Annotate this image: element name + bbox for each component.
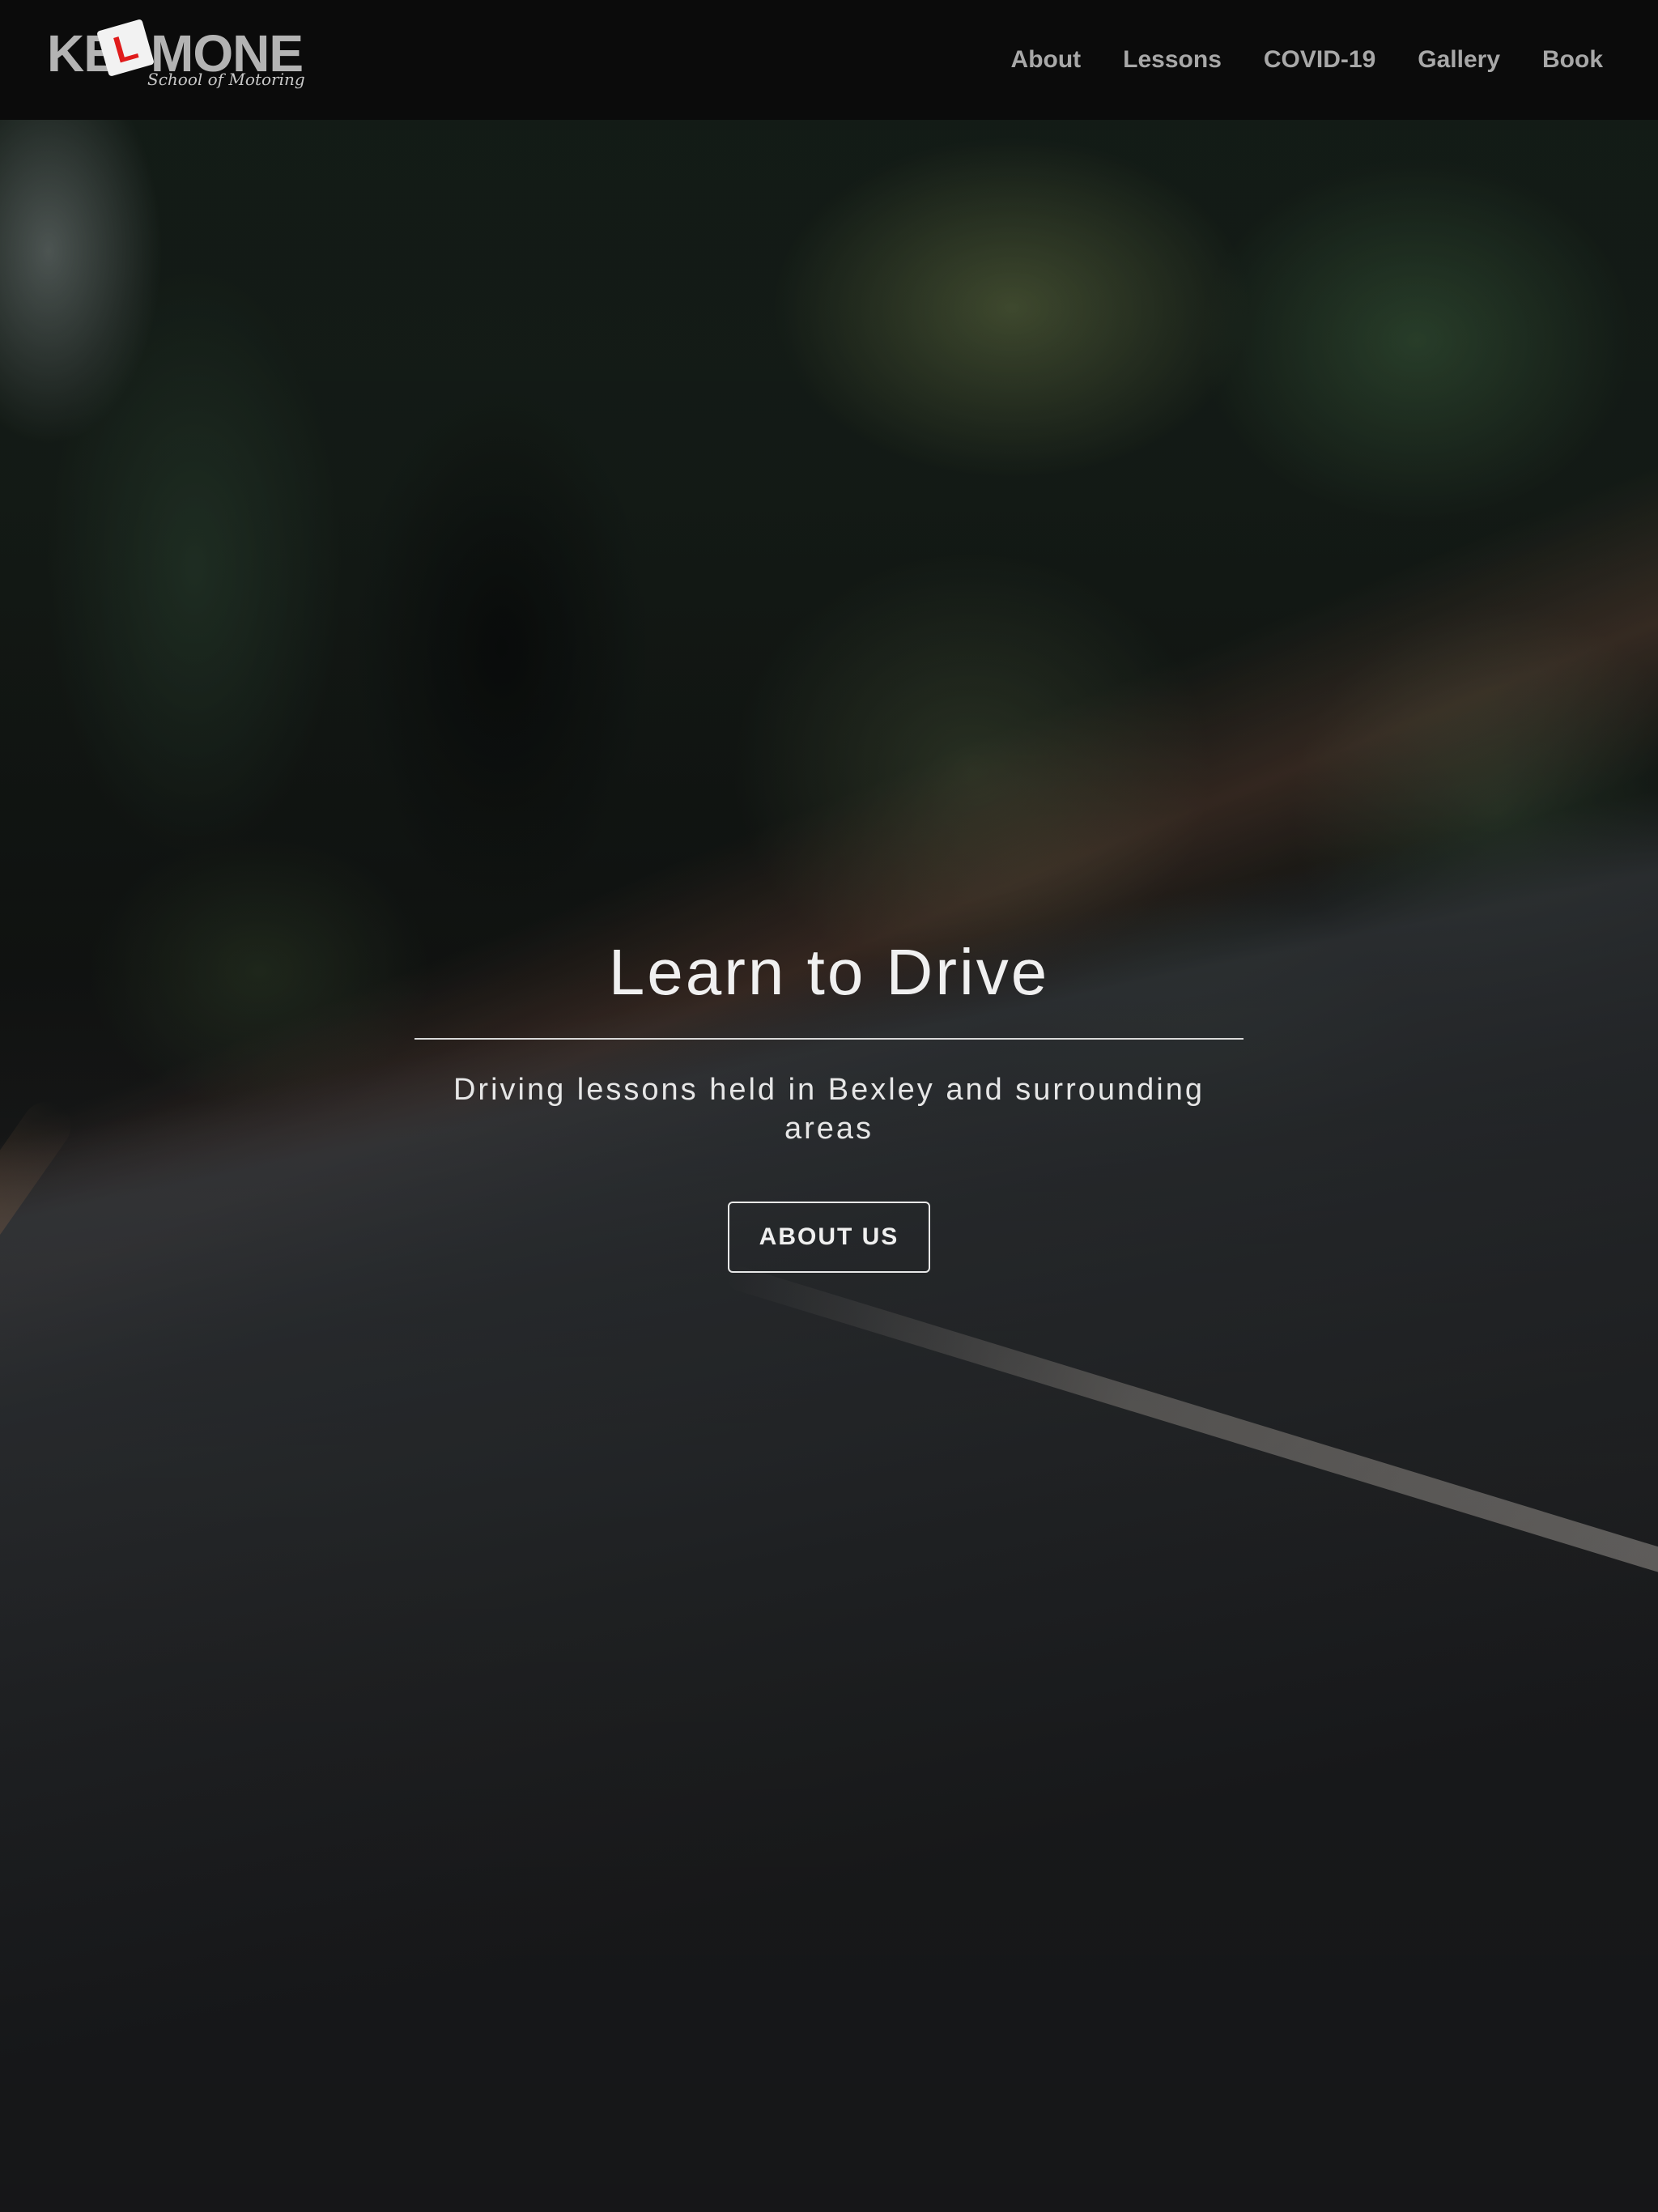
- nav-link-lessons[interactable]: Lessons: [1123, 46, 1222, 74]
- hero-title: Learn to Drive: [608, 936, 1050, 1008]
- site-logo[interactable]: KE L MONE School of Motoring: [47, 19, 305, 99]
- nav-link-book[interactable]: Book: [1542, 46, 1603, 74]
- logo-tagline: School of Motoring: [147, 70, 305, 89]
- hero-divider: [414, 1038, 1244, 1040]
- nav-link-gallery[interactable]: Gallery: [1418, 46, 1500, 74]
- hero-section: Learn to Drive Driving lessons held in B…: [414, 923, 1244, 1273]
- navbar: KE L MONE School of Motoring About Lesso…: [0, 0, 1658, 120]
- page: KE L MONE School of Motoring About Lesso…: [0, 0, 1658, 2212]
- main-nav: About Lessons COVID-19 Gallery Book: [1011, 0, 1603, 120]
- learner-plate-letter: L: [108, 24, 142, 71]
- about-us-button[interactable]: ABOUT US: [728, 1202, 930, 1273]
- nav-link-about[interactable]: About: [1011, 46, 1082, 74]
- hero-subtitle: Driving lessons held in Bexley and surro…: [453, 1073, 1205, 1146]
- nav-link-covid-19[interactable]: COVID-19: [1264, 46, 1375, 74]
